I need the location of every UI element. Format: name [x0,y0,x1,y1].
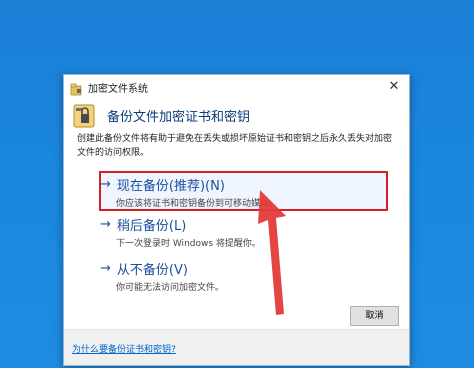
never-backup-subtitle: 你可能无法访问加密文件。 [116,283,225,293]
window-title: 加密文件系统 [88,83,148,95]
arrow-right-icon: → [100,261,111,276]
arrow-right-icon: → [100,217,111,232]
cancel-button[interactable]: 取消 [350,306,399,326]
lock-folder-icon [70,81,82,95]
close-button[interactable]: ✕ [385,78,403,96]
lock-key-icon [71,102,97,130]
never-backup-option[interactable]: → 从不备份(V) 你可能无法访问加密文件。 [100,259,224,293]
title-bar: 加密文件系统 ✕ [64,75,409,99]
never-backup-label: 从不备份(V) [116,263,188,278]
dialog-heading: 备份文件加密证书和密钥 [107,110,251,125]
backup-later-label: 稍后备份(L) [116,219,187,234]
backup-now-label: 现在备份(推荐)(N) [116,179,225,194]
description-text: 创建此备份文件将有助于避免在丢失或损坏原始证书和密钥之后永久丢失对加密文件的访问… [77,134,393,158]
dialog-footer: 取消 为什么要备份证书和密钥? [64,306,409,365]
help-link[interactable]: 为什么要备份证书和密钥? [72,342,176,355]
red-arrow-annotation [258,190,286,315]
arrow-right-icon: → [100,177,111,192]
dialog-header: 备份文件加密证书和密钥 [71,102,250,130]
